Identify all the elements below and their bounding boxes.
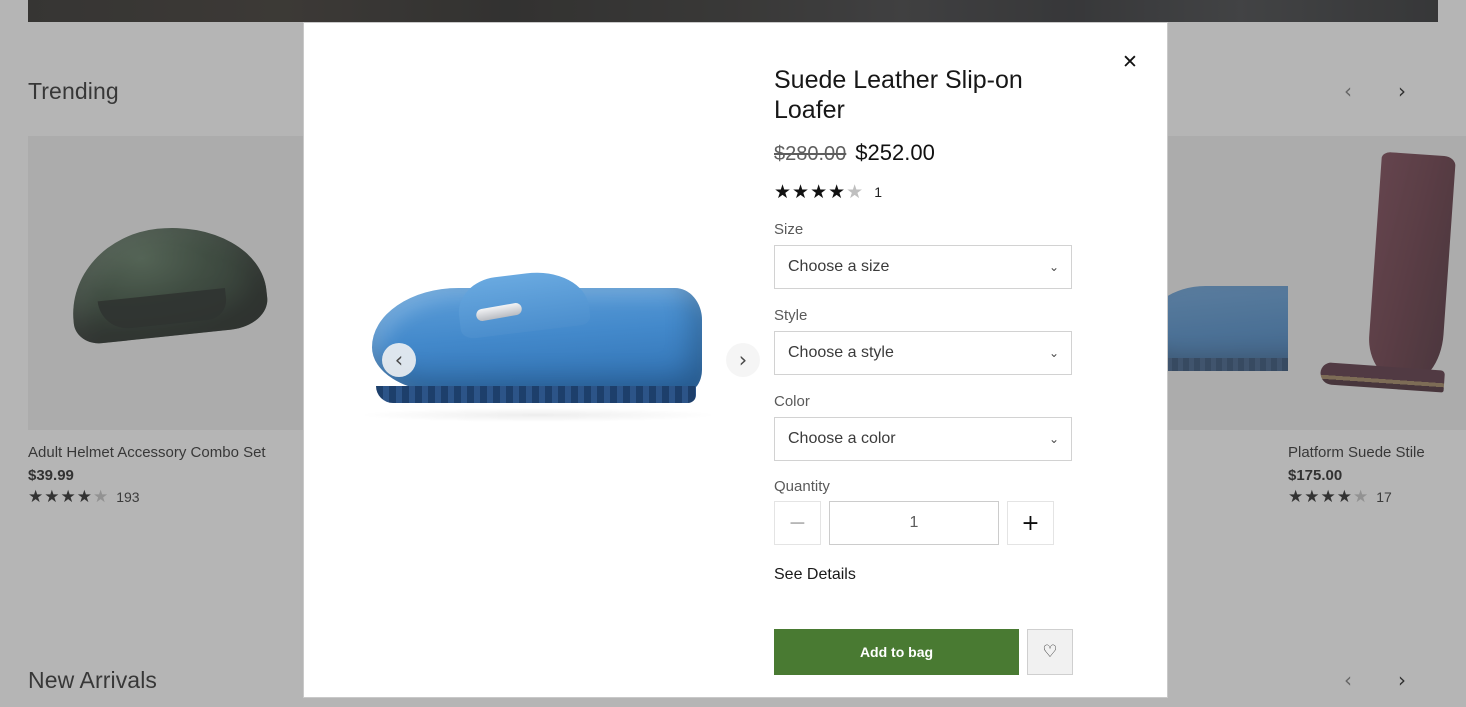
product-details-panel: ✕ Suede Leather Slip-on Loafer $280.00 $… (774, 23, 1167, 697)
product-rating: ★★★★★ 1 (774, 181, 1137, 203)
action-row: Add to bag ♡ (774, 629, 1137, 675)
color-select-value: Choose a color (788, 430, 896, 447)
original-price: $280.00 (774, 143, 847, 165)
loafer-sole (376, 386, 696, 403)
rating-stars-empty: ★ (846, 181, 865, 203)
rating-stars: ★★★★★ (774, 181, 864, 203)
sale-price: $252.00 (855, 140, 935, 165)
chevron-down-icon: ⌄ (1048, 432, 1059, 446)
chevron-down-icon: ⌄ (1048, 346, 1059, 360)
heart-icon[interactable]: ♡ (1027, 629, 1073, 675)
quantity-increase-button[interactable]: + (1007, 501, 1054, 545)
add-to-bag-button[interactable]: Add to bag (774, 629, 1019, 675)
see-details-link[interactable]: See Details (774, 566, 1137, 584)
style-select-value: Choose a style (788, 344, 894, 361)
quantity-decrease-button[interactable]: − (774, 501, 821, 545)
page-title: Suede Leather Slip-on Loafer (774, 66, 1023, 124)
price-row: $280.00 $252.00 (774, 140, 1137, 166)
gallery-image (362, 260, 714, 460)
style-select[interactable]: Choose a style ⌄ (774, 331, 1072, 375)
close-icon[interactable]: ✕ (1117, 49, 1143, 75)
blue-loafer-image (362, 266, 714, 422)
color-label: Color (774, 393, 810, 410)
quantity-label: Quantity (774, 478, 830, 495)
color-select[interactable]: Choose a color ⌄ (774, 417, 1072, 461)
rating-stars-filled: ★★★★ (774, 181, 847, 203)
chevron-down-icon: ⌄ (1048, 260, 1059, 274)
review-count: 1 (874, 184, 882, 200)
gallery-next-icon[interactable]: › (726, 343, 760, 377)
quantity-input[interactable]: 1 (829, 501, 999, 545)
product-gallery: ‹ › (304, 23, 774, 697)
style-label: Style (774, 307, 808, 324)
image-shadow (362, 408, 714, 422)
size-select-value: Choose a size (788, 258, 890, 275)
gallery-prev-icon[interactable]: ‹ (382, 343, 416, 377)
quantity-stepper: − 1 + (774, 501, 1137, 545)
loafer-vamp (454, 266, 592, 340)
size-label: Size (774, 221, 804, 238)
size-select[interactable]: Choose a size ⌄ (774, 245, 1072, 289)
quick-view-modal: ‹ › ✕ Suede Leather Slip-on Loafer $280.… (303, 22, 1168, 698)
